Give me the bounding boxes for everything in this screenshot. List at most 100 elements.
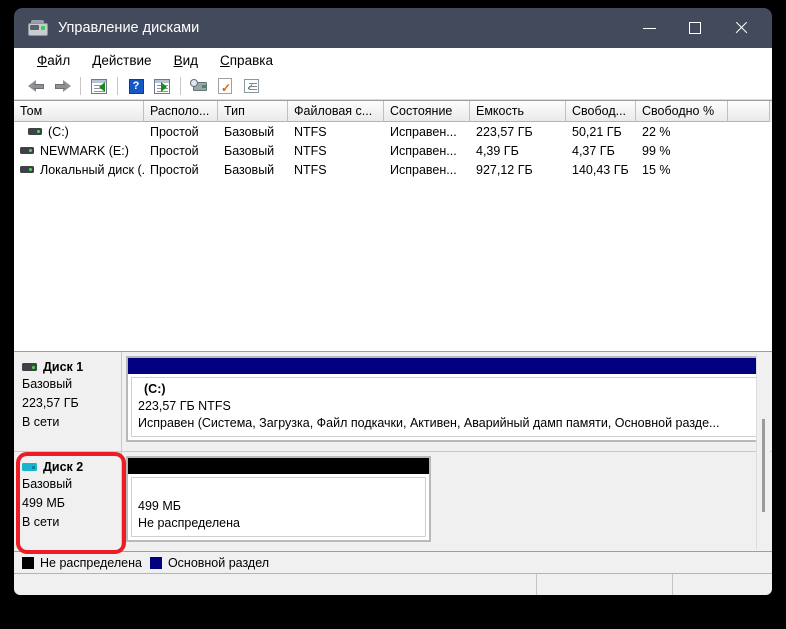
column-header-status[interactable]: Состояние (384, 101, 470, 122)
question-mark-icon: ? (128, 78, 144, 94)
cell-filesystem: NTFS (294, 143, 327, 158)
cell-capacity: 4,39 ГБ (476, 143, 519, 158)
disk-2-partitions: 499 МБ Не распределена (122, 452, 772, 551)
disk-2-info-panel[interactable]: Диск 2 Базовый 499 МБ В сети (14, 452, 122, 551)
cell-volume-label: Локальный диск (... (40, 162, 144, 177)
menu-item-view[interactable]: Вид (163, 51, 209, 70)
cell-layout: Простой (150, 162, 199, 177)
disk-pane-scrollbar-thumb[interactable] (762, 419, 765, 512)
partition-unallocated-details: 499 МБ Не распределена (131, 477, 427, 537)
partition-unallocated-color-bar (128, 458, 430, 474)
cell-type: Базовый (224, 124, 275, 139)
arrow-left-icon (27, 79, 45, 93)
legend-label-unallocated: Не распределена (40, 555, 142, 570)
legend-label-primary: Основной раздел (167, 555, 270, 570)
arrow-right-icon (54, 79, 71, 93)
table-row[interactable]: Локальный диск (... Простой Базовый NTFS… (14, 160, 772, 179)
disk-row-disk-2[interactable]: Диск 2 Базовый 499 МБ В сети 499 МБ Не р… (14, 452, 772, 551)
cell-free-pct: 99 % (642, 143, 671, 158)
partition-unallocated-status: Не распределена (138, 516, 240, 530)
partition-c[interactable]: (C:) 223,57 ГБ NTFS Исправен (Система, З… (126, 356, 762, 442)
partition-c-status: Исправен (Система, Загрузка, Файл подкач… (138, 416, 720, 430)
forward-button[interactable] (50, 75, 74, 97)
cell-filesystem: NTFS (294, 124, 327, 139)
column-header-free-pct[interactable]: Свободно % (636, 101, 728, 122)
rescan-disks-button[interactable] (187, 75, 211, 97)
column-header-spacer[interactable] (728, 101, 770, 122)
menu-accel-action: Д (92, 53, 102, 68)
legend-item-unallocated: Не распределена (22, 556, 142, 570)
menu-accel-file: Ф (37, 53, 48, 68)
disk-1-type: Базовый (22, 377, 73, 391)
menu-item-help[interactable]: Справка (209, 51, 284, 70)
legend-item-primary-partition: Основной раздел (149, 555, 270, 570)
menu-label-action: ействие (101, 53, 152, 68)
column-header-free[interactable]: Свобод... (566, 101, 636, 122)
toolbar-separator-3 (180, 77, 181, 95)
column-header-type[interactable]: Тип (218, 101, 288, 122)
disk-2-title-row: Диск 2 (22, 460, 121, 474)
disk-icon (22, 463, 37, 471)
action-menu-button[interactable] (150, 75, 174, 97)
back-button[interactable] (24, 75, 48, 97)
toolbar: ? ✓ ✓ (14, 73, 772, 100)
disk-graphical-scroll-area: Диск 1 Базовый 223,57 ГБ В сети (C:) 223… (14, 352, 772, 551)
disk-1-info-panel[interactable]: Диск 1 Базовый 223,57 ГБ В сети (14, 352, 122, 451)
maximize-button[interactable] (672, 8, 718, 48)
cell-layout: Простой (150, 143, 199, 158)
cell-volume: Локальный диск (... (14, 163, 144, 177)
column-header-filesystem[interactable]: Файловая с... (288, 101, 384, 122)
column-header-volume[interactable]: Том (14, 101, 144, 122)
disk-pane-scrollbar[interactable] (756, 354, 770, 549)
close-button[interactable] (718, 8, 764, 48)
toolbar-separator-2 (117, 77, 118, 95)
cell-type: Базовый (224, 143, 275, 158)
close-icon (734, 21, 748, 35)
cell-volume: (C:) (14, 125, 144, 139)
cell-volume-label: NEWMARK (E:) (40, 143, 129, 158)
partition-c-details: (C:) 223,57 ГБ NTFS Исправен (Система, З… (131, 377, 757, 437)
partition-c-label: (C:) (144, 382, 166, 396)
cell-type: Базовый (224, 162, 275, 177)
status-bar-segment-2 (536, 574, 672, 595)
cell-volume-label: (C:) (48, 124, 69, 139)
list-play-icon (154, 78, 170, 94)
window-client-area: Файл Действие Вид Справка ? ✓ Том Распол… (14, 48, 772, 595)
menu-item-action[interactable]: Действие (81, 51, 162, 70)
cell-capacity: 927,12 ГБ (476, 162, 533, 177)
cell-free: 4,37 ГБ (572, 143, 615, 158)
column-header-capacity[interactable]: Емкость (470, 101, 566, 122)
disk-row-disk-1[interactable]: Диск 1 Базовый 223,57 ГБ В сети (C:) 223… (14, 352, 772, 452)
disk-search-icon (190, 79, 208, 93)
partition-unallocated-label (138, 481, 419, 498)
menu-label-view: ид (182, 53, 198, 68)
cell-free: 50,21 ГБ (572, 124, 622, 139)
disk-1-title: Диск 1 (43, 360, 84, 374)
window-titlebar[interactable]: Управление дисками (14, 8, 772, 48)
cell-free-pct: 22 % (642, 124, 671, 139)
partition-unallocated[interactable]: 499 МБ Не распределена (126, 456, 432, 542)
legend: Не распределена Основной раздел (14, 551, 772, 573)
disk-2-status: В сети (22, 515, 60, 529)
menu-item-file[interactable]: Файл (26, 51, 81, 70)
cell-status: Исправен... (390, 143, 457, 158)
table-row[interactable]: NEWMARK (E:) Простой Базовый NTFS Исправ… (14, 141, 772, 160)
menu-accel-help: С (220, 53, 230, 68)
partition-unallocated-size: 499 МБ (138, 499, 181, 513)
toolbar-separator-1 (80, 77, 81, 95)
properties-button[interactable]: ✓ (213, 75, 237, 97)
table-row[interactable]: (C:) Простой Базовый NTFS Исправен... 22… (14, 122, 772, 141)
legend-swatch-primary-icon (149, 556, 162, 569)
cell-capacity: 223,57 ГБ (476, 124, 533, 139)
cell-free: 140,43 ГБ (572, 162, 629, 177)
volume-disk-icon (20, 147, 34, 154)
show-details-button[interactable]: ✓ (239, 75, 263, 97)
help-button[interactable]: ? (124, 75, 148, 97)
disk-2-title: Диск 2 (43, 460, 84, 474)
titlebar-left: Управление дисками (14, 19, 199, 37)
cell-status: Исправен... (390, 124, 457, 139)
show-console-tree-button[interactable] (87, 75, 111, 97)
column-header-layout[interactable]: Располо... (144, 101, 218, 122)
volume-list-header: Том Располо... Тип Файловая с... Состоян… (14, 101, 772, 122)
minimize-button[interactable] (626, 8, 672, 48)
